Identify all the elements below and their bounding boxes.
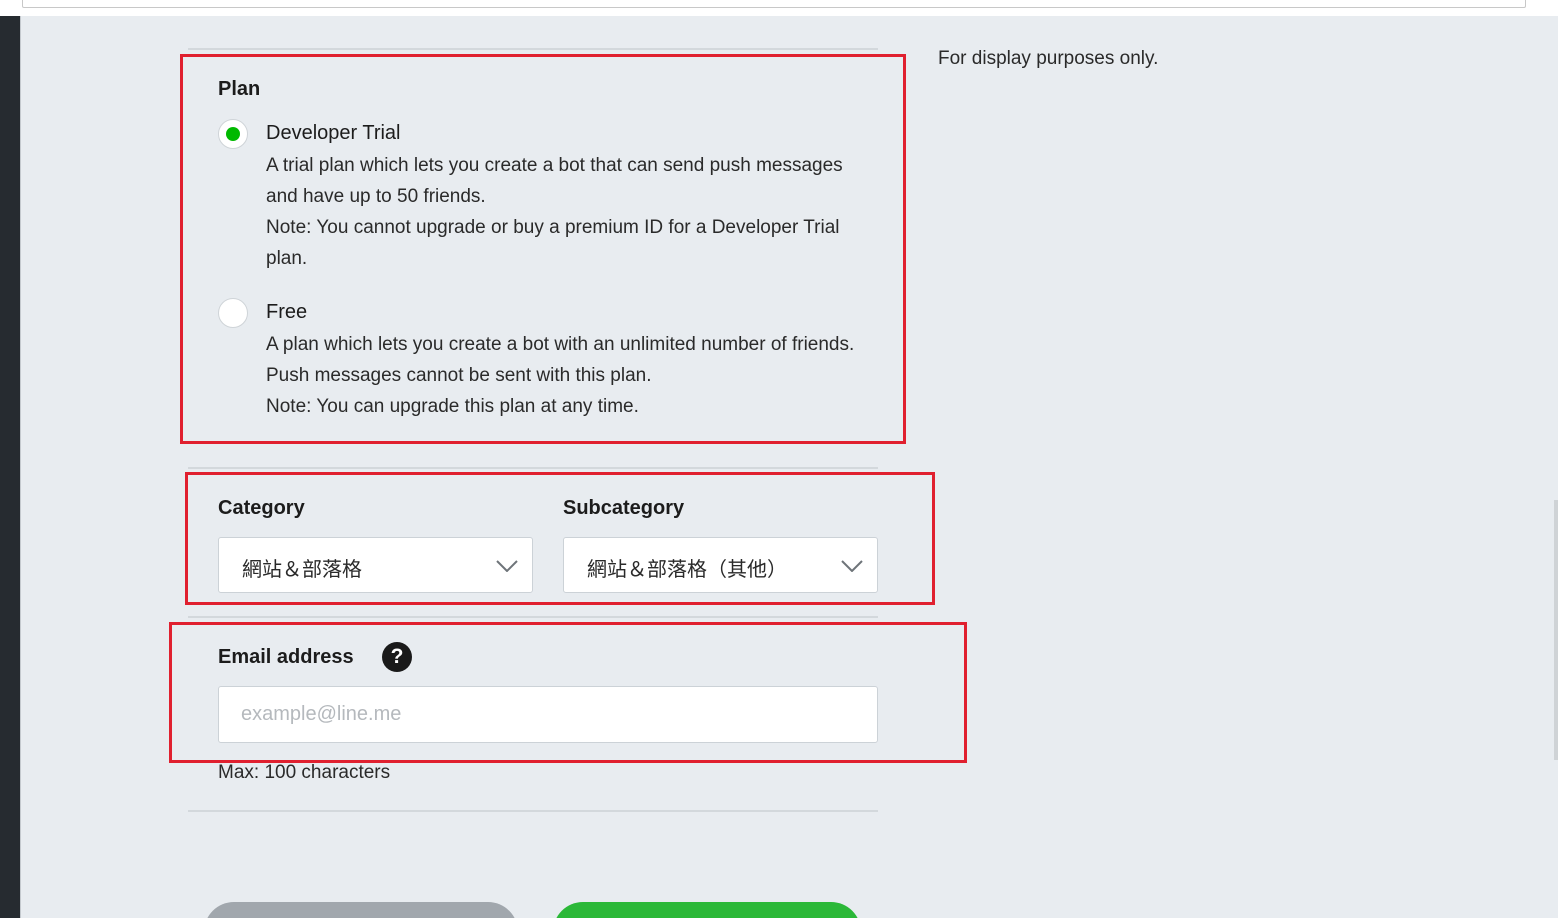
page: For display purposes only. Plan Develope… — [0, 0, 1558, 918]
section-divider — [188, 467, 878, 469]
highlight-box-category — [185, 472, 935, 605]
address-bar-edge — [22, 0, 1526, 8]
section-divider — [188, 48, 878, 50]
highlight-box-plan — [180, 54, 906, 444]
email-max-note: Max: 100 characters — [218, 762, 391, 783]
left-dark-strip — [0, 16, 20, 918]
section-divider — [188, 810, 878, 812]
create-button[interactable] — [553, 902, 861, 918]
section-divider — [188, 616, 878, 618]
cancel-button[interactable] — [204, 902, 518, 918]
scrollbar[interactable] — [1554, 500, 1558, 760]
left-strip-edge — [20, 16, 21, 918]
browser-top-bar — [0, 0, 1558, 16]
highlight-box-email — [169, 622, 967, 763]
display-note: For display purposes only. — [938, 48, 1159, 69]
